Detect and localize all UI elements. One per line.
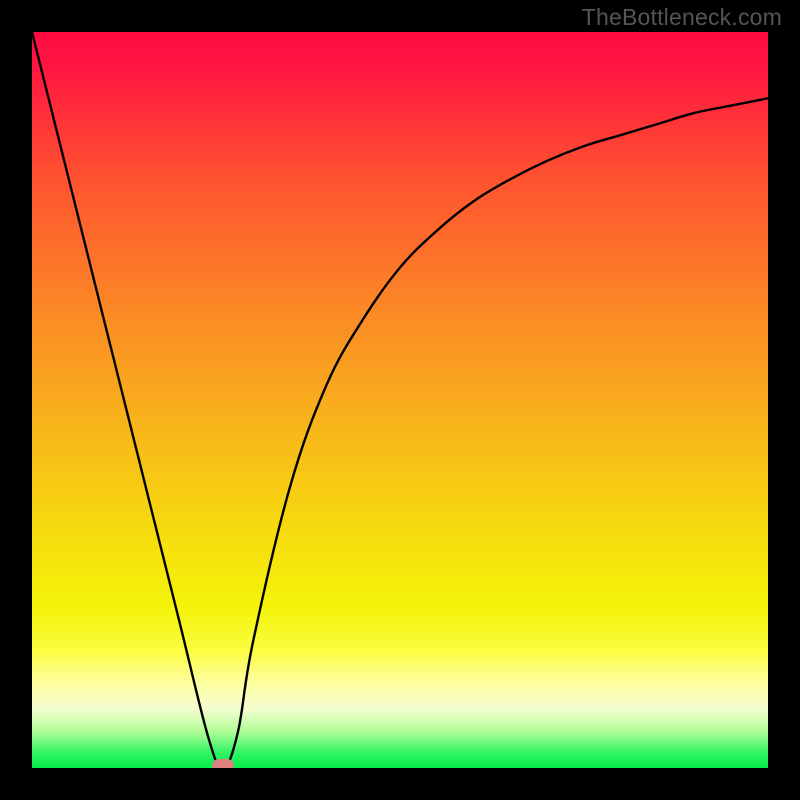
bottleneck-curve	[32, 32, 768, 768]
curve-layer	[32, 32, 768, 768]
plot-area	[32, 32, 768, 768]
watermark-text: TheBottleneck.com	[582, 4, 782, 31]
min-marker	[212, 759, 234, 768]
chart-frame: TheBottleneck.com	[0, 0, 800, 800]
